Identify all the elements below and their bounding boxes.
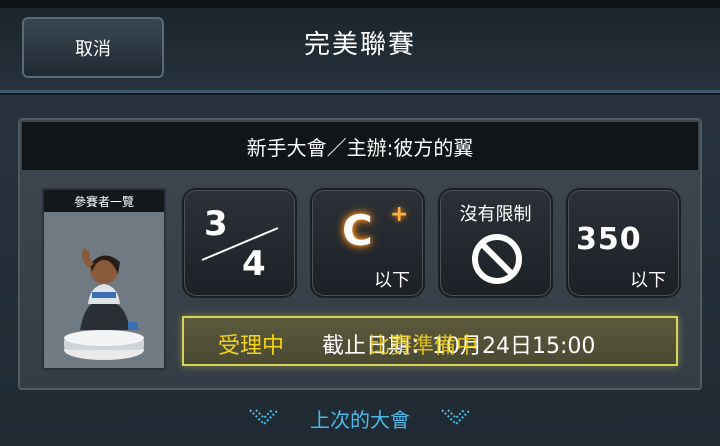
rating-limit-tile: 350 以下 xyxy=(566,188,681,298)
chevron-down-icon xyxy=(249,409,279,426)
rank-limit-sub: 以下 xyxy=(374,270,410,291)
no-limit-icon xyxy=(472,234,522,284)
rank-limit-tile: C + 以下 xyxy=(310,188,425,298)
participants-label: 參賽者一覽 xyxy=(44,190,164,212)
status-overlay-text: 比賽準備中 xyxy=(368,334,479,359)
entries-max: 4 xyxy=(242,244,266,284)
chevron-down-icon-right xyxy=(441,409,471,426)
tournament-panel: 新手大會／主辦:彼方的翼 參賽者一覽 3 4 C + 以下 沒有限制 350 以… xyxy=(18,118,702,390)
status-label: 受理中 xyxy=(218,334,285,359)
rank-grade: C xyxy=(342,206,373,255)
rating-limit-sub: 以下 xyxy=(630,270,666,291)
previous-tournament-label: 上次的大會 xyxy=(310,407,410,432)
entries-count-tile: 3 4 xyxy=(182,188,297,298)
rating-value: 350 xyxy=(576,222,642,257)
participants-list-button[interactable]: 參賽者一覽 xyxy=(42,188,166,370)
rank-grade-suffix: + xyxy=(390,202,409,227)
restriction-tile: 沒有限制 xyxy=(438,188,553,298)
header-bar: 取消 完美聯賽 xyxy=(0,0,720,93)
tournament-title: 新手大會／主辦:彼方的翼 xyxy=(22,122,698,170)
page-title: 完美聯賽 xyxy=(303,30,416,60)
restriction-label: 沒有限制 xyxy=(459,204,532,225)
header-top-strip xyxy=(0,0,720,8)
player-figure-icon xyxy=(64,248,144,360)
fraction-slash-icon xyxy=(201,227,279,261)
entry-status-bar[interactable]: 受理中 截止日期：10月24日15:00 比賽準備中 xyxy=(182,316,678,366)
previous-tournament-link[interactable]: 上次的大會 xyxy=(240,398,480,438)
